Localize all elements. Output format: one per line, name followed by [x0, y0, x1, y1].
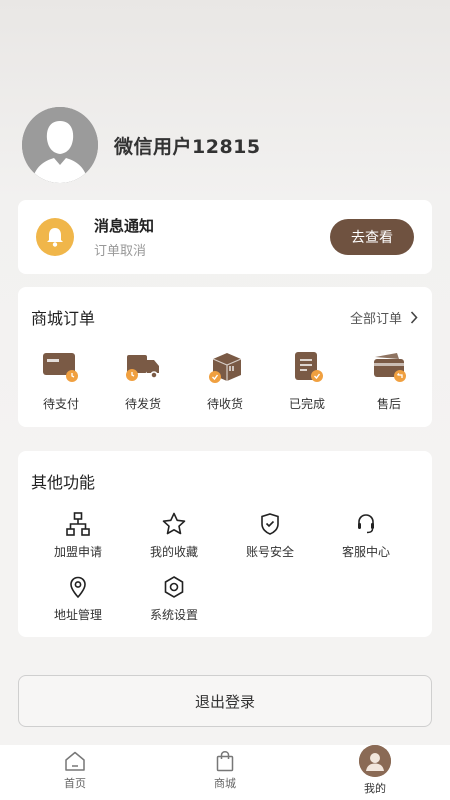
org-chart-icon [66, 512, 90, 536]
tab-mall[interactable]: 商城 [150, 745, 300, 791]
bell-icon [36, 218, 74, 256]
other-functions-card: 其他功能 加盟申请 我的收藏 账号安全 客服中心 地址管理 系统设置 [18, 451, 432, 637]
user-avatar-icon [359, 745, 391, 777]
tab-label: 首页 [64, 777, 86, 790]
function-label: 账号安全 [245, 545, 294, 559]
bottom-tab-bar: 首页 商城 我的 [0, 745, 450, 800]
orders-section-title: 商城订单 [31, 309, 96, 328]
wallet-icon [43, 353, 78, 382]
function-label: 系统设置 [149, 608, 198, 622]
avatar[interactable] [22, 107, 98, 183]
tab-mine[interactable]: 我的 [300, 745, 450, 796]
order-label: 待发货 [124, 397, 161, 411]
order-pending-receipt[interactable]: 待收货 [184, 349, 266, 412]
home-icon [65, 751, 85, 771]
function-label: 客服中心 [341, 545, 390, 559]
franchise-apply-item[interactable]: 加盟申请 [30, 511, 126, 560]
order-label: 待支付 [42, 397, 79, 411]
account-security-item[interactable]: 账号安全 [222, 511, 318, 560]
chevron-right-icon [410, 310, 418, 324]
order-label: 已完成 [288, 397, 325, 411]
shopping-bag-icon [216, 751, 234, 772]
document-check-icon [295, 352, 323, 382]
mall-orders-card: 商城订单 全部订单 待支付 待发货 待收货 已完成 售后 [18, 287, 432, 427]
headset-icon [358, 514, 374, 534]
default-avatar-icon [22, 107, 98, 183]
settings-hex-icon [164, 576, 184, 598]
location-pin-icon [70, 576, 86, 599]
order-completed[interactable]: 已完成 [266, 349, 348, 412]
notice-title: 消息通知 [94, 217, 155, 235]
order-after-sales[interactable]: 售后 [348, 349, 430, 412]
logout-button[interactable]: 退出登录 [18, 675, 432, 727]
package-icon [209, 353, 242, 383]
address-management-item[interactable]: 地址管理 [30, 574, 126, 623]
truck-icon [126, 355, 159, 381]
tab-label: 商城 [214, 777, 236, 790]
star-icon [162, 512, 186, 535]
notice-subtitle: 订单取消 [94, 244, 147, 259]
order-label: 待收货 [206, 397, 243, 411]
functions-section-title: 其他功能 [31, 473, 96, 492]
order-label: 售后 [376, 397, 401, 411]
function-label: 我的收藏 [149, 545, 198, 559]
function-label: 加盟申请 [53, 545, 102, 559]
profile-header: 微信用户12815 [22, 107, 261, 183]
notice-card[interactable]: 消息通知 订单取消 去查看 [18, 200, 432, 274]
all-orders-link[interactable]: 全部订单 [350, 308, 418, 327]
customer-service-item[interactable]: 客服中心 [318, 511, 414, 560]
all-orders-label: 全部订单 [349, 311, 402, 327]
view-notice-button[interactable]: 去查看 [330, 219, 414, 255]
tab-label: 我的 [364, 782, 386, 795]
order-pending-payment[interactable]: 待支付 [20, 349, 102, 412]
card-return-icon [374, 353, 406, 382]
user-nickname: 微信用户12815 [114, 135, 261, 158]
order-pending-shipment[interactable]: 待发货 [102, 349, 184, 412]
system-settings-item[interactable]: 系统设置 [126, 574, 222, 623]
shield-check-icon [261, 513, 279, 535]
function-label: 地址管理 [53, 608, 102, 622]
tab-home[interactable]: 首页 [0, 745, 150, 791]
my-favorites-item[interactable]: 我的收藏 [126, 511, 222, 560]
